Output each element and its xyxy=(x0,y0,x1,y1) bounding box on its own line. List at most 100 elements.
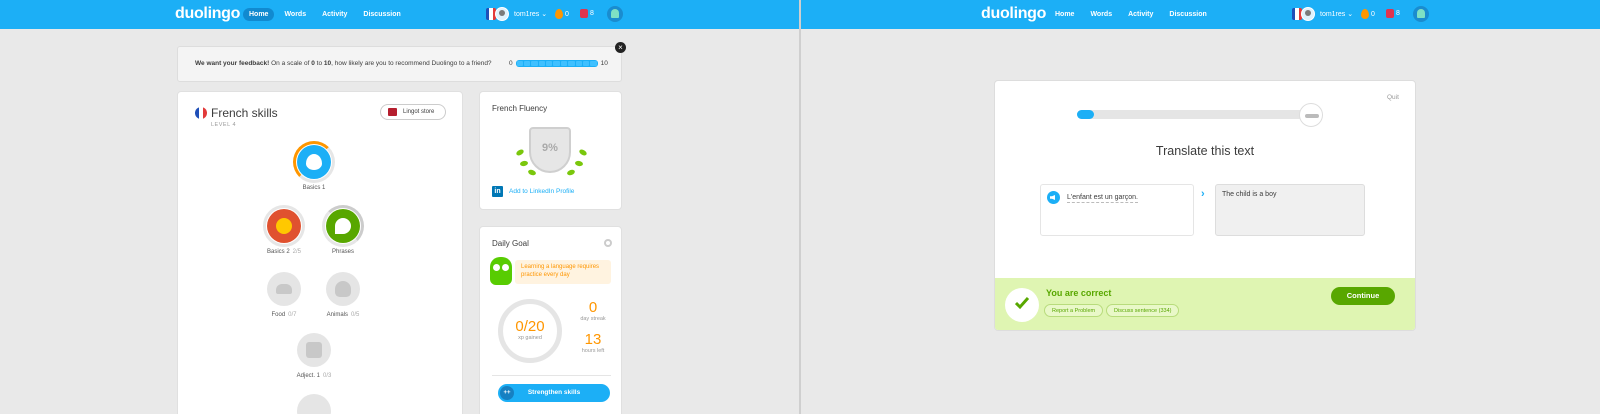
skill-name: Adject. 1 xyxy=(296,373,320,379)
gems-count: 8 xyxy=(590,10,594,17)
discuss-sentence-button[interactable]: Discuss sentence (334) xyxy=(1106,304,1180,317)
nav-activity[interactable]: Activity xyxy=(316,8,353,21)
skill-adjectives-1[interactable]: Adject. 1 0/3 xyxy=(289,333,339,379)
check-badge xyxy=(1005,288,1039,322)
fluency-title: French Fluency xyxy=(492,104,548,113)
skill-name: Phrases xyxy=(331,249,354,255)
laurel-icon xyxy=(574,160,584,167)
hours-left: 13 hours left xyxy=(581,331,605,354)
xp-progress-ring: 0/20 xp gained xyxy=(498,299,562,363)
lesson-progress-fill xyxy=(1077,110,1094,119)
fluency-shield-icon: 9% xyxy=(529,127,571,173)
username-menu[interactable]: tom1res ⌄ xyxy=(1320,10,1353,18)
report-problem-button[interactable]: Report a Problem xyxy=(1044,304,1104,317)
skill-name: Basics 2 xyxy=(266,249,290,255)
gem-icon xyxy=(1386,9,1394,18)
main-nav: Home Words Activity Discussion xyxy=(243,8,407,21)
laurel-icon xyxy=(527,168,537,177)
linkedin-icon: in xyxy=(492,186,503,197)
checkmark-icon xyxy=(1015,297,1029,310)
username-label: tom1res xyxy=(1320,11,1346,18)
notification-bell-icon[interactable] xyxy=(1413,6,1429,22)
nav-words[interactable]: Words xyxy=(1084,8,1118,21)
chevron-right-icon: › xyxy=(1201,188,1205,200)
laurel-icon xyxy=(578,148,588,157)
day-streak: 0 day streak xyxy=(580,299,606,322)
answer-textarea[interactable]: The child is a boy xyxy=(1215,184,1365,236)
lingot-store-button[interactable]: Lingot store xyxy=(380,104,446,120)
egg-icon xyxy=(293,141,335,183)
quit-link[interactable]: Quit xyxy=(1387,94,1399,101)
laurel-icon xyxy=(519,160,529,167)
xp-value: 0/20 xyxy=(515,318,545,335)
username-label: tom1res xyxy=(514,11,540,18)
feedback-banner: We want your feedback! On a scale of 0 t… xyxy=(177,46,622,82)
feedback-scale: 0 10 xyxy=(509,60,608,67)
skill-next[interactable] xyxy=(289,394,339,414)
streak-counter[interactable]: 0 xyxy=(555,9,569,19)
prompt-sentence[interactable]: L'enfant est un garçon. xyxy=(1067,194,1138,203)
avatar[interactable] xyxy=(495,7,509,21)
nav-home[interactable]: Home xyxy=(1049,8,1080,21)
gear-icon[interactable] xyxy=(604,239,612,247)
lesson-progress-bar xyxy=(1077,110,1315,119)
continue-button[interactable]: Continue xyxy=(1331,287,1395,305)
skill-name: Animals xyxy=(326,312,348,318)
duolingo-logo[interactable]: duolingo xyxy=(175,5,240,23)
add-to-linkedin-link[interactable]: in Add to LinkedIn Profile xyxy=(492,186,574,197)
skills-card: French skills LEVEL 4 Lingot store Basic… xyxy=(177,91,463,414)
rating-slider[interactable] xyxy=(515,60,598,67)
close-feedback-icon[interactable]: × xyxy=(615,42,626,53)
skill-basics-2[interactable]: Basics 2 2/5 xyxy=(259,205,309,255)
duolingo-logo[interactable]: duolingo xyxy=(981,5,1046,23)
username-menu[interactable]: tom1res ⌄ xyxy=(514,10,547,18)
skill-progress: 0/3 xyxy=(323,373,332,379)
gems-count: 8 xyxy=(1396,10,1400,17)
skill-basics-1[interactable]: Basics 1 xyxy=(289,141,339,191)
gem-icon xyxy=(580,9,588,18)
strengthen-icon: ++ xyxy=(500,386,514,400)
nav-discussion[interactable]: Discussion xyxy=(357,8,406,21)
daily-goal-tip: Learning a language requires practice ev… xyxy=(515,260,611,284)
instruction-title: Translate this text xyxy=(1155,144,1255,158)
nav-discussion[interactable]: Discussion xyxy=(1163,8,1212,21)
daily-goal-card: Daily Goal Learning a language requires … xyxy=(479,226,622,414)
streak-counter[interactable]: 0 xyxy=(1361,9,1375,19)
speaker-icon[interactable] xyxy=(1047,191,1060,204)
skill-name: Food xyxy=(271,312,286,318)
laurel-icon xyxy=(566,168,576,177)
feedback-prompt: We want your feedback! On a scale of 0 t… xyxy=(195,60,492,67)
strengthen-skills-button[interactable]: ++ Strengthen skills xyxy=(498,384,610,402)
avatar[interactable] xyxy=(1301,7,1315,21)
skill-progress: 0/7 xyxy=(288,312,297,318)
nav-activity[interactable]: Activity xyxy=(1122,8,1159,21)
french-flag-icon xyxy=(195,107,207,119)
skill-name: Basics 1 xyxy=(302,185,326,191)
result-bar: You are correct Report a Problem Discuss… xyxy=(995,278,1415,330)
left-pane: duolingo Home Words Activity Discussion … xyxy=(0,0,799,414)
prompt-box: L'enfant est un garçon. xyxy=(1040,184,1194,236)
gems-counter[interactable]: 8 xyxy=(580,9,594,18)
top-nav-bar: duolingo Home Words Activity Discussion … xyxy=(801,0,1600,29)
divider xyxy=(492,375,611,376)
thumbs-up-icon xyxy=(297,333,331,367)
skill-animals[interactable]: Animals 0/5 xyxy=(318,272,368,318)
flame-icon xyxy=(555,9,563,19)
scale-max-label: 10 xyxy=(600,60,608,67)
owl-mascot-icon xyxy=(490,257,512,285)
bread-icon xyxy=(267,272,301,306)
streak-count: 0 xyxy=(565,10,569,18)
main-nav: Home Words Activity Discussion xyxy=(1049,8,1213,21)
skill-food[interactable]: Food 0/7 xyxy=(259,272,309,318)
skill-phrases[interactable]: Phrases xyxy=(318,205,368,255)
xp-label: xp gained xyxy=(518,335,542,341)
dumbbell-icon xyxy=(1299,103,1323,127)
gems-counter[interactable]: 8 xyxy=(1386,9,1400,18)
chick-icon xyxy=(263,205,305,247)
lingot-icon xyxy=(388,108,397,116)
skills-level: LEVEL 4 xyxy=(211,122,237,128)
nav-home[interactable]: Home xyxy=(243,8,275,21)
skills-title: French skills xyxy=(211,106,278,120)
nav-words[interactable]: Words xyxy=(278,8,312,21)
notification-bell-icon[interactable] xyxy=(607,6,623,22)
